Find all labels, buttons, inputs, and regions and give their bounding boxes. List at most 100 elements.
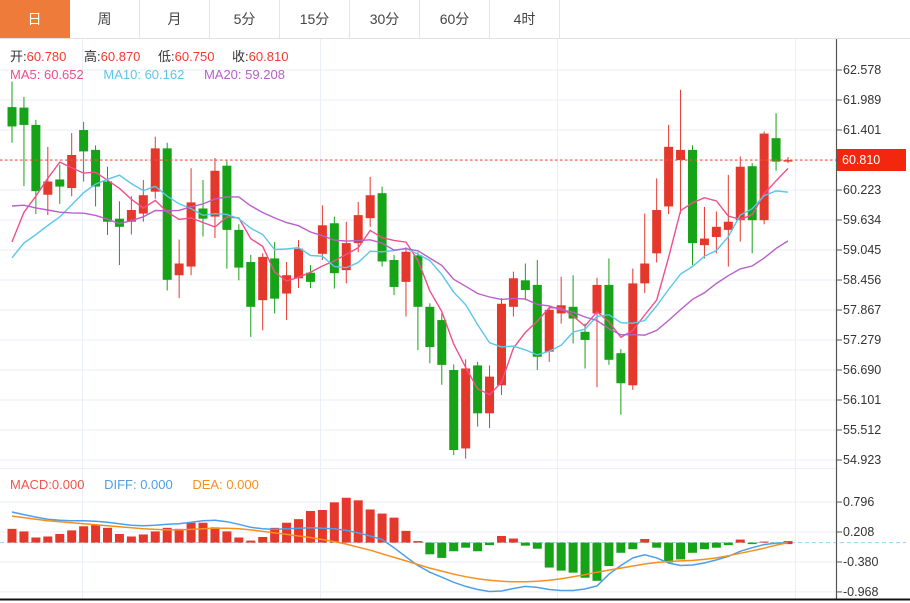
candle-body <box>759 133 769 221</box>
price-tick-label: 57.867 <box>843 303 882 318</box>
macd-bar <box>7 528 17 543</box>
candle-body <box>353 215 363 244</box>
macd-bar <box>198 522 208 543</box>
macd-bar <box>508 538 518 543</box>
macd-bar <box>186 522 196 543</box>
macd-bar <box>79 526 89 543</box>
candlestick-chart-canvas[interactable] <box>0 0 910 603</box>
candle-body <box>580 331 590 340</box>
macd-bar <box>747 542 757 545</box>
macd-bar <box>616 542 626 553</box>
candle-body <box>317 225 327 254</box>
price-tick-label: 60.223 <box>843 182 882 197</box>
price-tick-label: 59.045 <box>843 243 882 257</box>
candle-body <box>413 255 423 307</box>
macd-bar <box>258 536 268 543</box>
close-value: 60.810 <box>248 49 289 64</box>
tab-day[interactable]: 日 <box>0 0 70 38</box>
macd-bar <box>699 542 709 550</box>
tab-15min[interactable]: 15分 <box>280 0 350 38</box>
candle-body <box>723 221 733 230</box>
candle-body <box>425 306 435 348</box>
tab-60min[interactable]: 60分 <box>420 0 490 38</box>
macd-tick-label: 0.208 <box>843 525 875 539</box>
macd-bar <box>544 542 554 568</box>
tab-week[interactable]: 周 <box>70 0 140 38</box>
macd-bar <box>294 519 304 543</box>
macd-bar <box>413 541 423 543</box>
open-value: 60.780 <box>26 49 67 64</box>
candle-body <box>258 256 268 301</box>
candle-body <box>449 369 459 450</box>
macd-bar <box>556 542 566 571</box>
candle-body <box>461 368 471 449</box>
trading-chart-app: 日 周 月 5分 15分 30分 60分 4时 开:60.780 高:60.87… <box>0 0 910 603</box>
candle-body <box>592 284 602 314</box>
candle-body <box>91 149 101 187</box>
macd-bar <box>114 533 124 543</box>
macd-bar <box>246 540 256 543</box>
macd-bar <box>652 542 662 548</box>
macd-bar <box>138 534 148 543</box>
candle-body <box>711 226 721 238</box>
candle-body <box>103 181 113 222</box>
macd-bar <box>234 537 244 543</box>
current-price-tag: 60.810 <box>837 149 906 171</box>
candle-body <box>771 138 781 162</box>
candle-body <box>735 166 745 221</box>
candle-body <box>174 263 184 276</box>
candle-body <box>186 202 196 267</box>
candle-body <box>676 149 686 161</box>
candle-body <box>520 280 530 291</box>
macd-bar <box>592 542 602 581</box>
candle-body <box>437 320 447 365</box>
tab-30min[interactable]: 30分 <box>350 0 420 38</box>
macd-bar <box>437 542 447 558</box>
macd-bar <box>103 527 113 543</box>
macd-bar <box>401 530 411 543</box>
price-tick-label: 61.989 <box>843 93 882 107</box>
macd-bar <box>31 537 41 543</box>
open-label: 开: <box>10 49 27 64</box>
candle-body <box>79 130 89 152</box>
macd-bar <box>485 542 495 546</box>
candle-body <box>687 149 697 244</box>
candle-body <box>652 210 662 254</box>
candle-body <box>616 353 626 384</box>
candle-body <box>55 179 65 187</box>
price-tick-label: 56.101 <box>843 393 882 407</box>
macd-readout: MACD:0.000 DIFF: 0.000 DEA: 0.000 <box>10 477 275 492</box>
ma10-readout: MA10: 60.162 <box>103 67 185 82</box>
macd-bar <box>687 542 697 553</box>
macd-bar <box>126 536 136 543</box>
macd-bar <box>425 542 435 555</box>
candle-body <box>389 259 399 287</box>
macd-bar <box>735 539 745 543</box>
price-tick-label: 55.512 <box>843 423 882 437</box>
low-label: 低: <box>158 49 175 64</box>
macd-bar <box>150 531 160 543</box>
macd-bar <box>210 527 220 543</box>
macd-value-readout: MACD:0.000 <box>10 477 85 492</box>
macd-bar <box>389 517 399 543</box>
macd-bar <box>341 497 351 543</box>
candle-body <box>138 195 148 214</box>
tab-5min[interactable]: 5分 <box>210 0 280 38</box>
macd-bar <box>67 530 77 543</box>
macd-tick-label: 0.796 <box>843 495 875 510</box>
price-tick-label: 57.279 <box>843 332 882 347</box>
ma5-readout: MA5: 60.652 <box>10 67 84 82</box>
dea-value-readout: DEA: 0.000 <box>192 477 259 492</box>
tab-4hour[interactable]: 4时 <box>490 0 560 38</box>
candle-body <box>747 166 757 221</box>
high-value: 60.870 <box>100 49 141 64</box>
ohlc-readout: 开:60.780 高:60.870 低:60.750 收:60.810 <box>10 46 302 65</box>
macd-bar <box>628 542 638 550</box>
tab-month[interactable]: 月 <box>140 0 210 38</box>
candle-body <box>150 148 160 192</box>
candle-body <box>19 107 29 125</box>
price-tick-label: 62.578 <box>843 63 882 77</box>
ma20-readout: MA20: 59.208 <box>203 67 285 82</box>
candle-body <box>508 278 518 307</box>
close-label: 收: <box>232 49 249 64</box>
